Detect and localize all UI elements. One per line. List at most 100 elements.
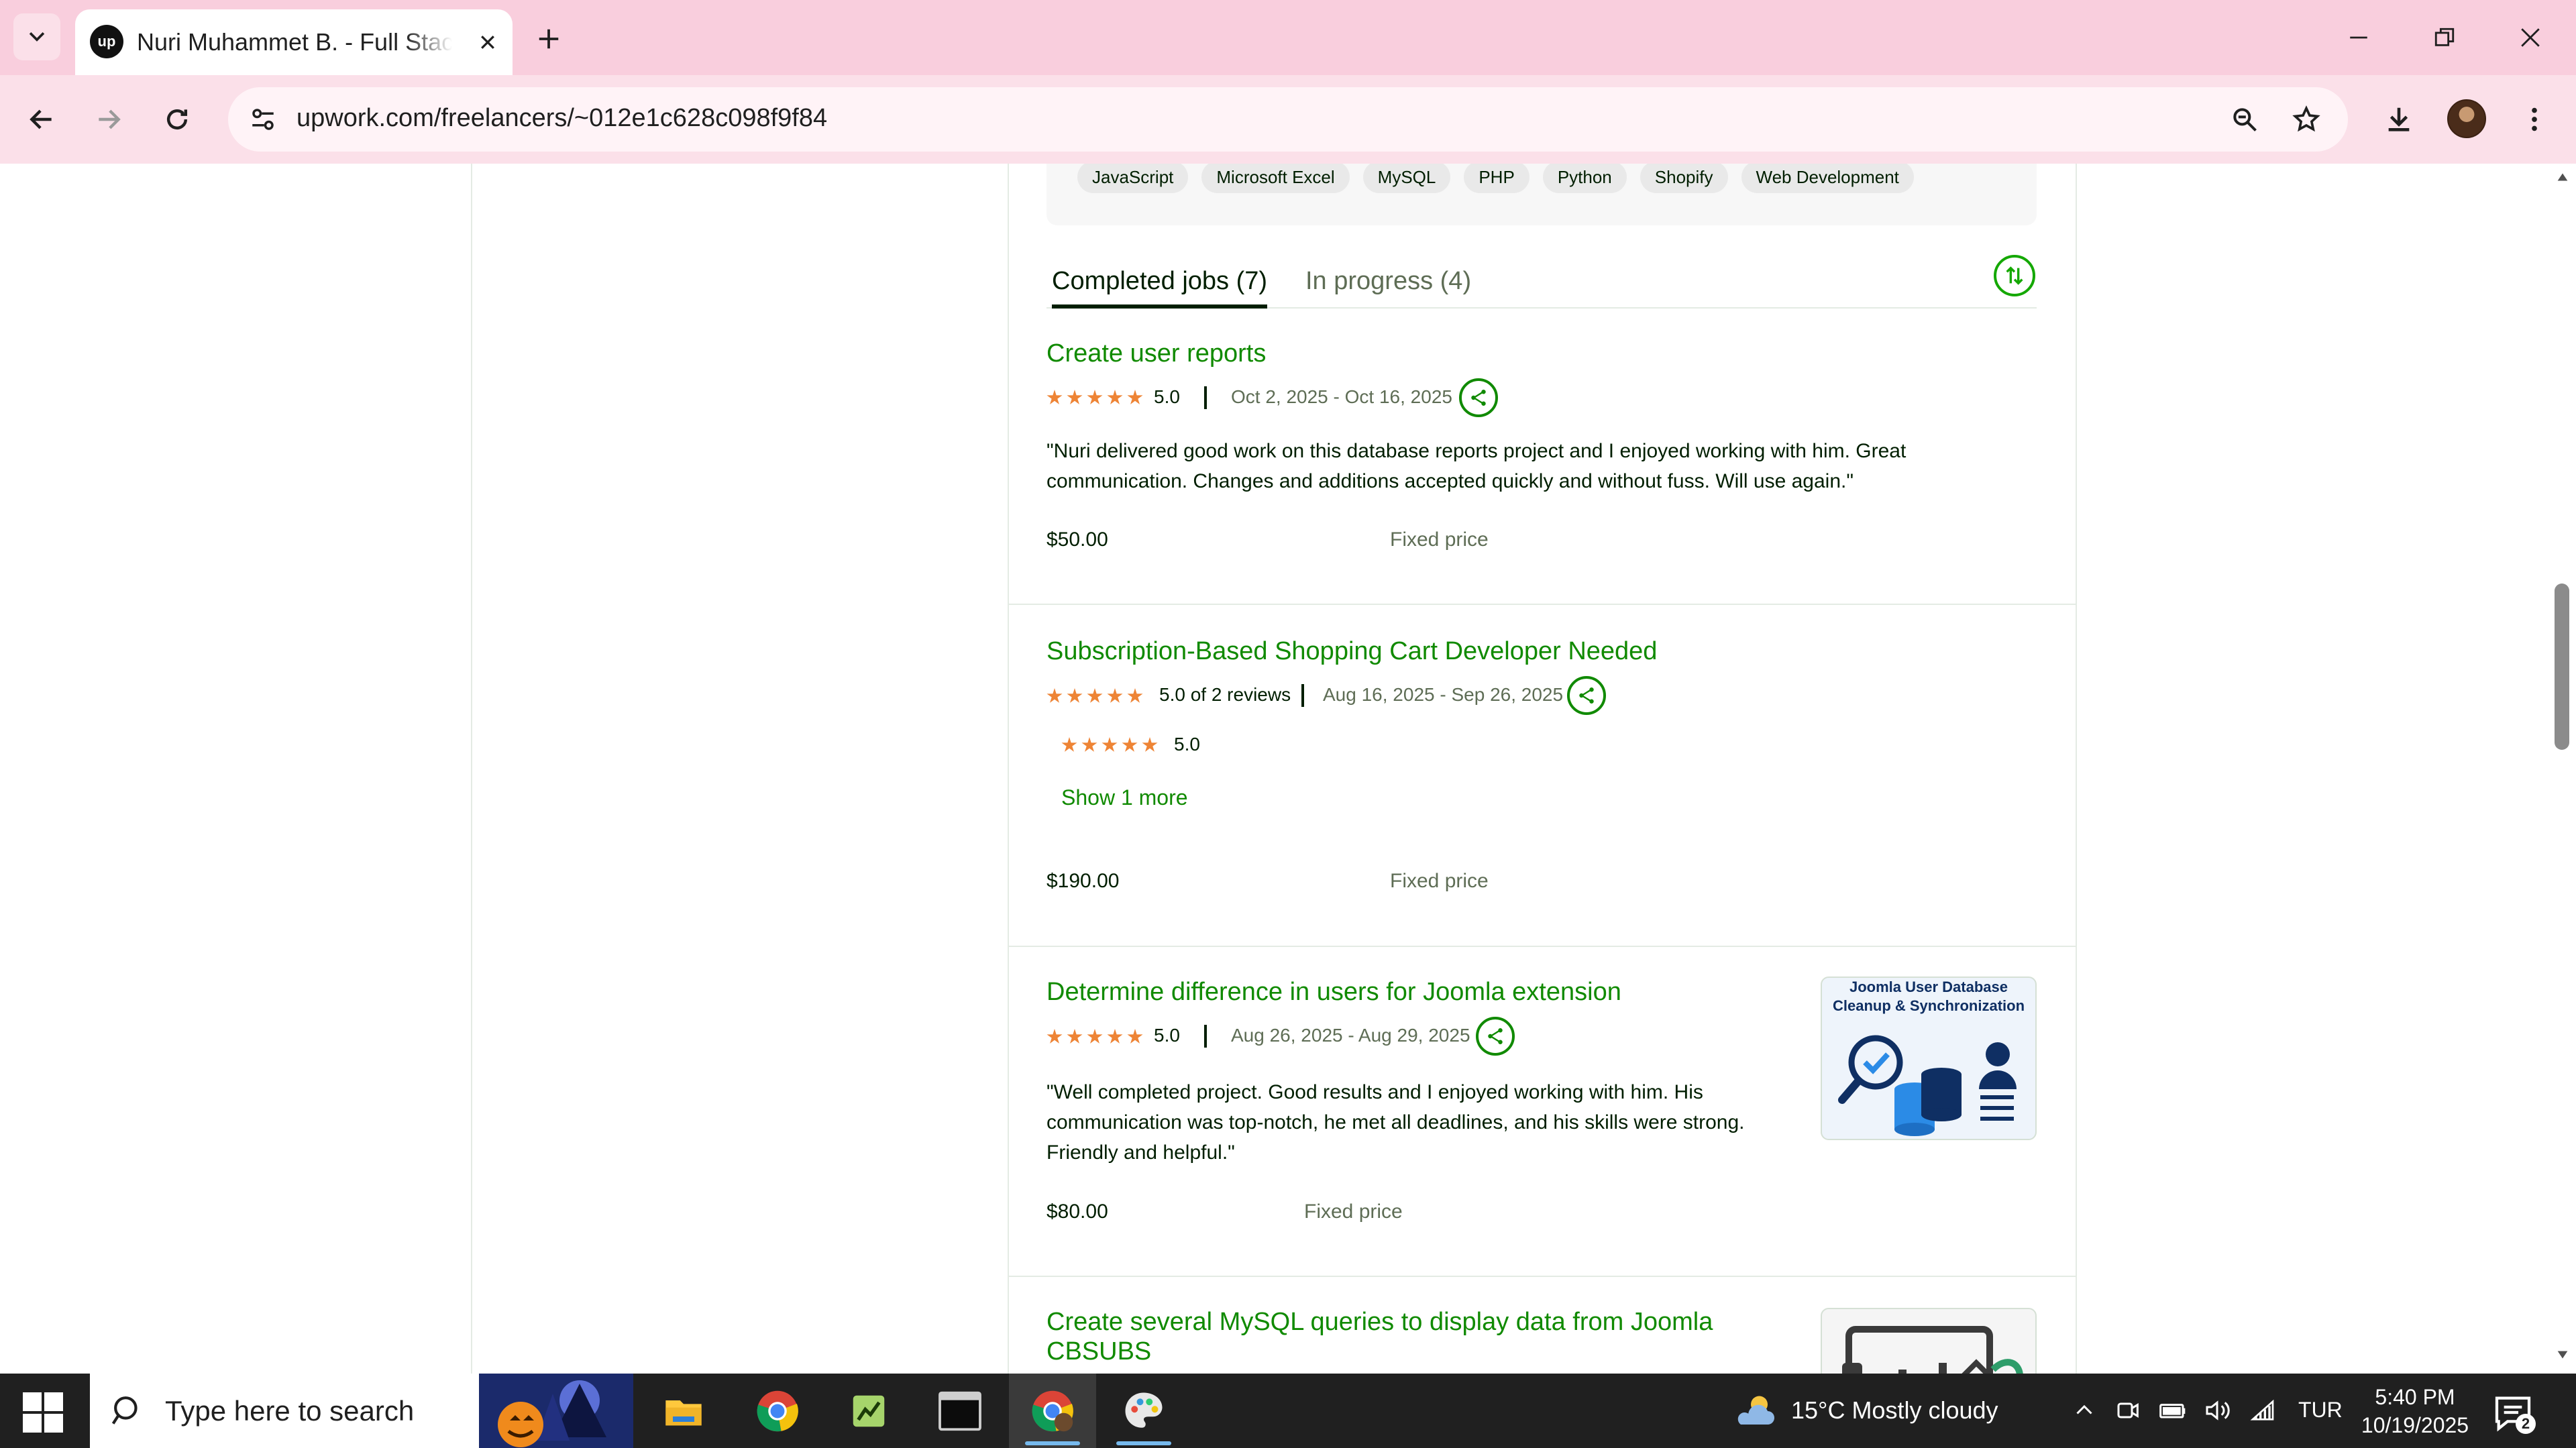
meet-now-icon[interactable] <box>2112 1394 2145 1427</box>
bookmark-button[interactable] <box>2286 99 2326 140</box>
job-title-link[interactable]: Create user reports <box>1046 339 1266 368</box>
sort-button[interactable] <box>1994 255 2035 296</box>
job-title-link-continued[interactable]: CBSUBS <box>1046 1337 1151 1366</box>
sidebar-divider <box>471 164 472 1374</box>
battery-icon[interactable] <box>2156 1394 2190 1427</box>
volume-icon[interactable] <box>2200 1394 2234 1427</box>
minimize-button[interactable] <box>2339 17 2379 58</box>
share-icon <box>1471 390 1486 406</box>
arrow-left-icon <box>30 109 52 129</box>
address-bar[interactable]: upwork.com/freelancers/~012e1c628c098f9f… <box>228 87 2348 152</box>
restore-icon <box>2434 27 2455 46</box>
separator <box>1204 386 1207 409</box>
tab-completed-jobs[interactable]: Completed jobs (7) <box>1052 267 1268 309</box>
portfolio-thumbnail[interactable]: Joomla User Database Cleanup & Synchroni… <box>1821 977 2037 1140</box>
sub-rating-value: 5.0 <box>1174 734 1200 755</box>
skill-chip[interactable]: PHP <box>1464 164 1529 193</box>
close-window-button[interactable] <box>2510 17 2551 58</box>
close-icon <box>481 36 494 49</box>
arrow-right-icon <box>99 109 121 129</box>
url-text: upwork.com/freelancers/~012e1c628c098f9f… <box>297 104 828 132</box>
halloween-search-art <box>479 1374 633 1448</box>
star-icon <box>1107 390 1123 404</box>
weather-text[interactable]: 15°C Mostly cloudy <box>1791 1396 1998 1425</box>
notification-count-badge: 2 <box>2516 1414 2536 1434</box>
page-content: JavaScript Microsoft Excel MySQL PHP Pyt… <box>0 164 2549 1374</box>
star-icon <box>1102 737 1118 752</box>
job-price: $80.00 <box>1046 1201 1108 1223</box>
windows-taskbar: Type here to search 15°C Mostly cloudy T… <box>0 1374 2576 1448</box>
site-info-button[interactable] <box>243 99 283 140</box>
profile-avatar[interactable] <box>2447 99 2486 138</box>
scroll-down-button[interactable] <box>2553 1345 2572 1364</box>
notification-center-button[interactable]: 2 <box>2491 1391 2536 1434</box>
sort-icon <box>2006 266 2023 285</box>
cloud-sun-icon <box>1737 1396 1774 1425</box>
scroll-up-button[interactable] <box>2553 168 2572 186</box>
forward-button[interactable] <box>87 98 130 141</box>
separator <box>1204 1025 1207 1048</box>
chrome-menu-button[interactable] <box>2513 98 2556 141</box>
taskbar-chrome-active[interactable] <box>1009 1374 1096 1448</box>
show-hidden-icons-button[interactable] <box>2068 1394 2101 1427</box>
reload-icon <box>166 109 188 130</box>
reload-button[interactable] <box>156 98 199 141</box>
scrollbar-thumb[interactable] <box>2555 583 2569 750</box>
price-type: Fixed price <box>1304 1201 1403 1223</box>
skill-chip[interactable]: Shopify <box>1640 164 1728 193</box>
restore-button[interactable] <box>2424 17 2465 58</box>
start-button[interactable] <box>23 1392 63 1433</box>
network-icon[interactable] <box>2246 1394 2279 1427</box>
search-placeholder: Type here to search <box>165 1395 415 1427</box>
downloads-button[interactable] <box>2377 98 2420 141</box>
skill-chip[interactable]: MySQL <box>1362 164 1451 193</box>
client-review: "Well completed project. Good results an… <box>1046 1081 1745 1164</box>
job-title-link[interactable]: Create several MySQL queries to display … <box>1046 1308 1713 1337</box>
job-title-link[interactable]: Determine difference in users for Joomla… <box>1046 978 1621 1007</box>
input-language[interactable]: TUR <box>2298 1398 2343 1423</box>
share-button[interactable] <box>1567 676 1606 715</box>
new-tab-button[interactable] <box>530 20 568 58</box>
skill-chip[interactable]: Python <box>1542 164 1627 193</box>
skill-chip[interactable]: Web Development <box>1741 164 1914 193</box>
chrome-profile-icon <box>1032 1390 1073 1431</box>
share-button[interactable] <box>1476 1017 1515 1056</box>
tab-in-progress[interactable]: In progress (4) <box>1305 267 1471 309</box>
speaker-icon <box>2206 1400 2230 1421</box>
job-dates: Oct 2, 2025 - Oct 16, 2025 <box>1231 386 1452 407</box>
back-button[interactable] <box>20 98 63 141</box>
show-more-link[interactable]: Show 1 more <box>1061 785 1188 810</box>
star-icon <box>1046 688 1063 703</box>
system-clock[interactable]: 5:40 PM 10/19/2025 <box>2348 1383 2482 1439</box>
zoom-icon <box>2233 108 2257 131</box>
scrollbar-track[interactable] <box>2549 164 2576 1374</box>
job-divider <box>1009 604 2076 605</box>
job-title-link[interactable]: Subscription-Based Shopping Cart Develop… <box>1046 637 1657 666</box>
terminal-icon <box>938 1391 981 1431</box>
tab-close-button[interactable] <box>471 25 504 59</box>
star-icon <box>1067 1029 1083 1044</box>
tab-search-button[interactable] <box>13 13 60 60</box>
portfolio-thumbnail[interactable] <box>1821 1308 2037 1374</box>
work-history-tabs: Completed jobs (7) In progress (4) <box>1046 264 2037 309</box>
share-button[interactable] <box>1459 378 1498 417</box>
skill-chip[interactable]: JavaScript <box>1077 164 1189 193</box>
price-type: Fixed price <box>1390 870 1489 892</box>
star-icon <box>1127 1029 1143 1044</box>
zoom-button[interactable] <box>2224 99 2265 140</box>
taskbar-search-box[interactable]: Type here to search <box>90 1374 633 1448</box>
star-icon <box>1067 390 1083 404</box>
job-divider <box>1009 1276 2076 1277</box>
star-icon <box>1127 688 1143 703</box>
taskbar-chrome[interactable] <box>734 1374 821 1448</box>
weather-icon[interactable] <box>1731 1390 1778 1433</box>
taskbar-paint[interactable] <box>1100 1374 1187 1448</box>
taskbar-notepad[interactable] <box>825 1374 912 1448</box>
taskbar-terminal[interactable] <box>916 1374 1004 1448</box>
taskbar-file-explorer[interactable] <box>640 1374 727 1448</box>
skill-chip[interactable]: Microsoft Excel <box>1201 164 1350 193</box>
windows-logo-icon <box>44 1392 63 1411</box>
download-icon <box>2388 107 2410 131</box>
tab-title: Nuri Muhammet B. - Full Stack Developer <box>137 28 452 56</box>
browser-tab[interactable]: up Nuri Muhammet B. - Full Stack Develop… <box>75 9 513 75</box>
